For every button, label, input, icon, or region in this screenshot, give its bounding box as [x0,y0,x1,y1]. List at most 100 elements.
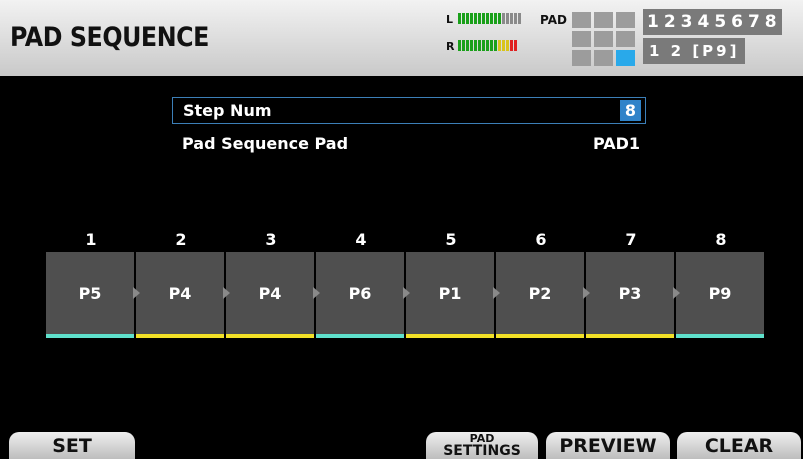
meter-segment [474,40,477,51]
step-pad-label: P1 [438,284,462,303]
header-bar: PAD SEQUENCE L R PAD 12345678 1 2 [P9] [0,0,803,76]
meter-segment [506,40,509,51]
step-color-bar [676,334,764,338]
pad-indicator-cell [594,12,613,28]
pad-indicator-cell [572,31,591,47]
step-cell[interactable]: P2 [496,252,584,335]
meter-segment [478,13,481,24]
step-cell[interactable]: P4 [226,252,314,335]
meter-segment [470,40,473,51]
pad-indicator-cell [594,50,613,66]
meter-segment [470,13,473,24]
bank-indicator: 12345678 1 2 [P9] [643,9,803,71]
pad-settings-label-1: PAD [469,431,495,445]
step-number: 4 [355,230,367,249]
step-arrow-icon [133,287,140,299]
step-pad-label: P9 [708,284,732,303]
pad-indicator-cell-active [616,50,635,66]
pad-indicator-grid [572,12,635,66]
step-color-bar [136,334,224,338]
meter-segment [462,40,465,51]
meter-segment [498,13,501,24]
pad-sequence-pad-value[interactable]: PAD1 [593,134,640,153]
meter-segment [502,40,505,51]
step-num-label: Step Num [183,101,272,120]
meter-segment [490,13,493,24]
step-color-bar [496,334,584,338]
meter-segment [518,13,521,24]
step-color-bar [46,334,134,338]
meter-segment [486,40,489,51]
meter-segment [458,13,461,24]
step-color-bar [586,334,674,338]
clear-button[interactable]: CLEAR [677,432,801,459]
step-arrow-icon [583,287,590,299]
step-cell[interactable]: P5 [46,252,134,335]
step-color-bar [316,334,404,338]
step-pad-label: P2 [528,284,552,303]
step-num-row[interactable]: Step Num 8 [172,97,646,124]
meter-segment [514,40,517,51]
step-number: 2 [175,230,187,249]
meter-segment [458,40,461,51]
step-cell[interactable]: P6 [316,252,404,335]
step-cell[interactable]: P4 [136,252,224,335]
meter-segment [498,40,501,51]
level-meter-left [458,13,521,24]
meter-segment [478,40,481,51]
step-pad-label: P4 [168,284,192,303]
pad-indicator-cell [616,12,635,28]
meter-segment [510,40,513,51]
step-cell[interactable]: P3 [586,252,674,335]
meter-segment [466,13,469,24]
meter-segment [514,13,517,24]
step-number: 1 [85,230,97,249]
pad-indicator-label: PAD [540,13,567,27]
step-pad-label: P4 [258,284,282,303]
step-pad-label: P5 [78,284,102,303]
meter-segment [462,13,465,24]
pad-sequence-pad-row[interactable]: Pad Sequence Pad PAD1 [172,131,644,156]
meter-segment [466,40,469,51]
step-arrow-icon [493,287,500,299]
pad-sequence-pad-label: Pad Sequence Pad [182,134,349,153]
bank-current: 1 2 [P9] [643,38,746,64]
step-pad-label: P6 [348,284,372,303]
pad-indicator-cell [572,50,591,66]
step-arrow-icon [223,287,230,299]
step-color-bar [226,334,314,338]
meter-segment [510,13,513,24]
step-arrow-icon [313,287,320,299]
meter-left-label: L [446,13,454,26]
pad-settings-button[interactable]: PAD SETTINGS [426,432,538,459]
step-color-bar [406,334,494,338]
meter-segment [506,13,509,24]
step-arrow-icon [673,287,680,299]
level-meter-right [458,40,517,51]
step-cell[interactable]: P9 [676,252,764,335]
meter-segment [494,40,497,51]
meter-segment [486,13,489,24]
page-title: PAD SEQUENCE [10,22,209,53]
step-pad-label: P3 [618,284,642,303]
meter-segment [502,13,505,24]
step-cell[interactable]: P1 [406,252,494,335]
meter-segment [474,13,477,24]
step-arrow-icon [403,287,410,299]
step-number: 3 [265,230,277,249]
step-number: 6 [535,230,547,249]
pad-settings-label-2: SETTINGS [443,442,521,459]
meter-segment [482,40,485,51]
bank-numbers: 12345678 [643,9,782,35]
meter-segment [490,40,493,51]
step-number: 7 [625,230,637,249]
preview-button[interactable]: PREVIEW [546,432,670,459]
step-number: 5 [445,230,457,249]
meter-segment [482,13,485,24]
step-number: 8 [715,230,727,249]
step-num-value[interactable]: 8 [619,100,641,121]
pad-indicator-cell [616,31,635,47]
set-button[interactable]: SET [9,432,135,459]
meter-segment [494,13,497,24]
pad-indicator-cell [594,31,613,47]
